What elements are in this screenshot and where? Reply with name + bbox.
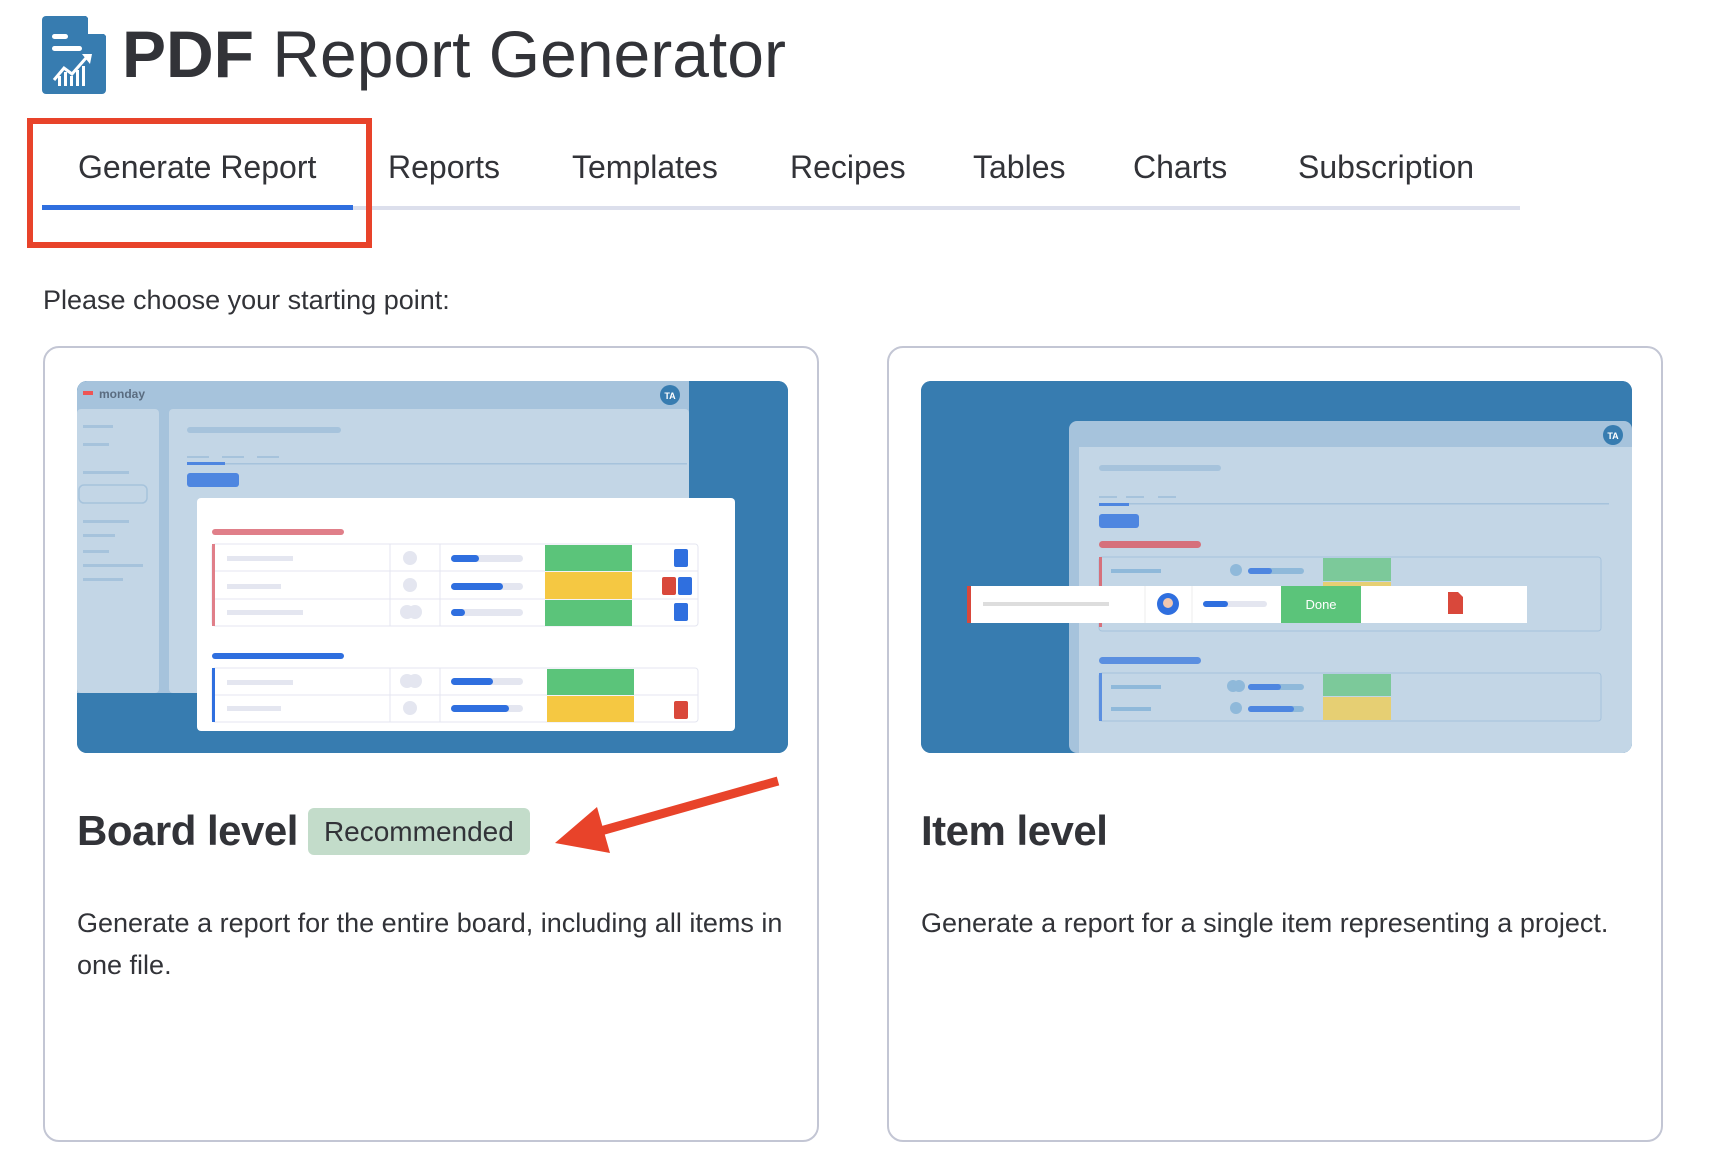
tab-reports[interactable]: Reports: [388, 146, 500, 188]
tab-templates[interactable]: Templates: [572, 146, 718, 188]
prompt-text: Please choose your starting point:: [43, 285, 450, 315]
tab-subscription[interactable]: Subscription: [1298, 146, 1474, 188]
active-tab-indicator: [42, 205, 353, 210]
board-level-card[interactable]: monday TA Board level Recommended Genera…: [43, 346, 819, 1142]
tab-charts[interactable]: Charts: [1133, 146, 1227, 188]
pdf-file-icon: [1448, 592, 1463, 614]
tab-recipes[interactable]: Recipes: [790, 146, 906, 188]
board-level-preview-image: monday TA: [77, 381, 788, 753]
logo-icon: [42, 16, 106, 94]
board-level-title-row: Board level Recommended: [77, 806, 530, 856]
item-level-description: Generate a report for a single item repr…: [921, 908, 1609, 938]
item-level-title: Item level: [921, 807, 1108, 854]
tab-tables[interactable]: Tables: [973, 146, 1066, 188]
app-title-rest: Report Generator: [272, 17, 786, 91]
status-done-label: Done: [1305, 597, 1336, 612]
app-title-bold: PDF: [122, 17, 254, 91]
recommended-badge: Recommended: [307, 807, 530, 855]
item-level-preview-image: TA Done: [921, 381, 1632, 753]
tab-generate-report[interactable]: Generate Report: [78, 146, 316, 188]
monday-logo-text: monday: [99, 387, 145, 401]
item-level-title-row: Item level: [921, 806, 1108, 856]
item-level-card[interactable]: TA Done Item level Generate a report for…: [887, 346, 1663, 1142]
board-level-description: Generate a report for the entire board, …: [77, 908, 783, 980]
board-level-title: Board level: [77, 807, 298, 854]
app-title: PDF Report Generator: [122, 14, 786, 94]
avatar-initials: TA: [1607, 431, 1619, 441]
avatar-initials: TA: [664, 391, 676, 401]
